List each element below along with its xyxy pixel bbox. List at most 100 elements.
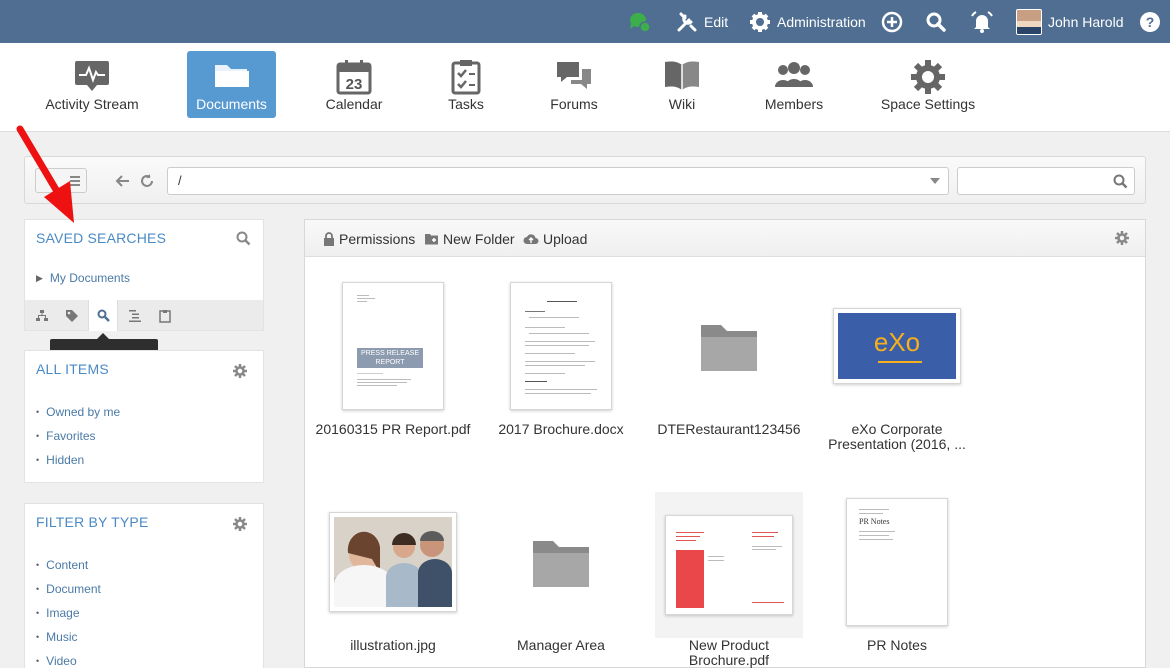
all-items-panel: ALL ITEMS • Owned by me • Favorites • Hidde… — [24, 350, 264, 483]
help-button[interactable]: ? — [1139, 0, 1161, 43]
filter-by-type-title: FILTER BY TYPE — [36, 514, 149, 530]
image-preview — [329, 512, 457, 612]
nav-label: Activity Stream — [45, 96, 139, 112]
gear-icon[interactable] — [233, 517, 247, 531]
gear-icon[interactable] — [233, 364, 247, 378]
saved-searches-title: SAVED SEARCHES — [36, 230, 167, 246]
forums-icon — [557, 62, 591, 89]
tasks-icon — [451, 60, 481, 95]
clipboard-icon — [159, 309, 171, 323]
notifications-button[interactable] — [969, 0, 995, 43]
nav-documents[interactable]: Documents — [187, 51, 276, 118]
file-thumbnail: eXo — [817, 276, 977, 416]
chat-status-button[interactable] — [628, 0, 652, 43]
user-name: John Harold — [1048, 13, 1124, 30]
nav-label: Members — [764, 96, 824, 112]
saved-search-item[interactable]: ▶ My Documents — [36, 271, 130, 285]
tab-tags[interactable] — [57, 300, 87, 331]
folder-item[interactable]: Manager Area — [481, 492, 641, 668]
nav-calendar[interactable]: 23 Calendar — [320, 51, 388, 118]
file-thumbnail: PR Notes — [817, 492, 977, 632]
folder-icon — [214, 65, 249, 87]
administration-label: Administration — [777, 13, 866, 30]
add-button[interactable] — [881, 0, 903, 43]
tab-related[interactable] — [120, 300, 150, 331]
folder-item[interactable]: DTERestaurant123456 — [649, 276, 809, 456]
nav-space-settings[interactable]: Space Settings — [880, 51, 976, 118]
file-name: Manager Area — [517, 638, 605, 653]
exo-logo: eXo — [873, 327, 921, 357]
nav-forums[interactable]: Forums — [544, 51, 604, 118]
filter-document[interactable]: • Document — [36, 582, 101, 596]
address-bar[interactable]: / — [167, 167, 949, 195]
all-items-hidden[interactable]: • Hidden — [36, 453, 84, 467]
nav-label: Wiki — [668, 96, 696, 112]
filter-content[interactable]: • Content — [36, 558, 88, 572]
search-icon — [97, 309, 110, 322]
caret-down-icon[interactable] — [930, 178, 940, 184]
search-button[interactable] — [925, 0, 947, 43]
file-item[interactable]: illustration.jpg — [313, 492, 473, 668]
chat-icon — [629, 12, 651, 33]
all-items-owned[interactable]: • Owned by me — [36, 405, 120, 419]
gear-icon[interactable] — [1115, 231, 1129, 245]
file-item[interactable]: New Product Brochure.pdf — [655, 492, 803, 668]
document-search-input[interactable] — [957, 167, 1135, 195]
lock-icon — [324, 231, 334, 246]
nav-wiki[interactable]: Wiki — [660, 51, 704, 118]
folder-icon — [701, 325, 757, 371]
upload-button[interactable]: Upload — [523, 220, 587, 257]
saved-searches-panel: SAVED SEARCHES ▶ My Documents — [24, 219, 264, 301]
file-item[interactable]: PR Notes PR Notes — [817, 492, 977, 668]
wiki-icon — [665, 61, 699, 90]
photo-people-icon — [334, 517, 452, 607]
refresh-icon[interactable] — [139, 173, 155, 189]
plus-circle-icon — [881, 11, 903, 32]
permissions-button[interactable]: Permissions — [323, 220, 415, 257]
pdf-cover-title: PRESS RELEASE REPORT — [357, 348, 423, 368]
outline-icon — [129, 309, 141, 322]
back-icon[interactable] — [115, 173, 131, 189]
search-icon[interactable] — [1113, 174, 1128, 189]
all-items-title: ALL ITEMS — [36, 361, 109, 377]
nav-members[interactable]: Members — [760, 51, 828, 118]
file-name: illustration.jpg — [350, 638, 436, 653]
tag-icon — [66, 309, 78, 322]
file-name: DTERestaurant123456 — [657, 422, 801, 437]
file-thumbnail — [313, 492, 473, 632]
nav-tasks[interactable]: Tasks — [440, 51, 492, 118]
file-thumbnail: PRESS RELEASE REPORT — [313, 276, 473, 416]
tools-icon — [677, 12, 697, 31]
filter-by-type-panel: FILTER BY TYPE • Content • Document • Image… — [24, 503, 264, 668]
members-icon — [775, 62, 813, 87]
administration-button[interactable]: Administration — [749, 0, 866, 43]
filter-video[interactable]: • Video — [36, 654, 77, 668]
note-preview: PR Notes — [846, 498, 948, 626]
filter-music[interactable]: • Music — [36, 630, 78, 644]
brochure-preview — [665, 515, 793, 615]
top-navigation-bar: Edit Administration John Harold ? — [0, 0, 1170, 43]
help-icon: ? — [1140, 11, 1160, 32]
address-path: / — [178, 173, 182, 188]
presentation-preview: eXo — [833, 308, 961, 384]
filter-image[interactable]: • Image — [36, 606, 80, 620]
file-item[interactable]: eXo eXo Corporate Presentation (2016, ..… — [817, 276, 977, 456]
file-item[interactable]: PRESS RELEASE REPORT 20160315 PR Report.… — [313, 276, 473, 456]
nav-activity-stream[interactable]: Activity Stream — [42, 51, 142, 118]
space-navigation: Activity Stream Documents 23 Calendar Ta… — [0, 43, 1170, 132]
search-icon[interactable] — [236, 231, 251, 246]
activity-stream-icon — [75, 61, 109, 91]
calendar-icon: 23 — [336, 60, 372, 95]
file-name: 20160315 PR Report.pdf — [315, 422, 471, 437]
file-toolbar: Permissions New Folder Upload — [305, 220, 1145, 257]
tab-saved-searches[interactable] — [88, 300, 118, 331]
edit-button[interactable]: Edit — [676, 0, 728, 43]
file-name: PR Notes — [867, 638, 927, 653]
user-menu[interactable]: John Harold — [1016, 0, 1124, 43]
tab-tree[interactable] — [27, 300, 57, 331]
file-thumbnail — [655, 492, 803, 638]
tab-clipboard[interactable] — [150, 300, 180, 331]
file-item[interactable]: 2017 Brochure.docx — [481, 276, 641, 456]
all-items-favorites[interactable]: • Favorites — [36, 429, 96, 443]
new-folder-button[interactable]: New Folder — [425, 220, 515, 257]
